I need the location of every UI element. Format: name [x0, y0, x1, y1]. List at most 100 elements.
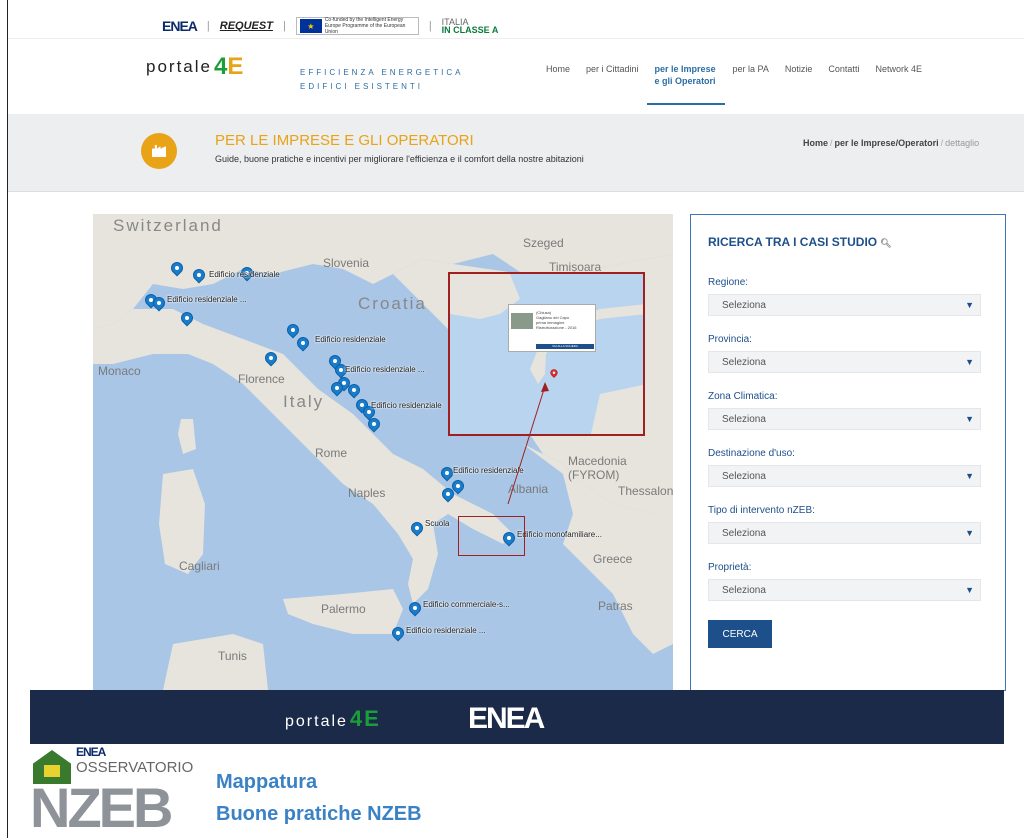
map-pin-icon[interactable]	[294, 334, 312, 353]
nav-item-2[interactable]: per le Imprese e gli Operatori	[646, 63, 725, 105]
dropdown-arrow-icon: ▼	[965, 300, 974, 310]
map-info-popup[interactable]: (Chiusa) Gagliano del Capo prima immagin…	[508, 304, 596, 352]
inset-land	[450, 274, 643, 434]
map-pin-icon[interactable]	[178, 309, 196, 328]
map-pin-icon[interactable]	[168, 259, 186, 278]
map-pin-label[interactable]: Edificio residenziale	[315, 335, 386, 344]
map-pin-label[interactable]: Edificio monofamiliare...	[517, 530, 602, 539]
field-label: Zona Climatica:	[708, 391, 778, 402]
map-pin-icon[interactable]	[365, 415, 383, 434]
portale4e-logo[interactable]: portale 4E	[146, 53, 243, 81]
breadcrumb-home[interactable]: Home	[803, 138, 828, 148]
select-field-0[interactable]: Seleziona ▼	[708, 294, 981, 316]
building-thumbnail	[511, 313, 533, 329]
map-place-label: Tunis	[218, 649, 247, 663]
select-value: Seleziona	[722, 357, 766, 368]
select-value: Seleziona	[722, 300, 766, 311]
map-pin-icon[interactable]	[328, 379, 346, 398]
eu-logo[interactable]: ★ Co-funded by the Intelligent Energy Eu…	[295, 17, 419, 35]
breadcrumb-current: dettaglio	[945, 138, 980, 148]
map-place-label: Monaco	[98, 364, 141, 378]
request-logo[interactable]: REQUEST	[220, 20, 273, 32]
select-value: Seleziona	[722, 471, 766, 482]
search-icon: 🔍︎	[880, 238, 892, 248]
map-place-label: Thessaloniki	[618, 484, 673, 498]
main-nav: Home per i Cittadini per le Imprese e gli …	[538, 63, 930, 105]
observatory-label: OSSERVATORIO	[76, 759, 194, 776]
select-field-3[interactable]: Seleziona ▼	[708, 465, 981, 487]
select-value: Seleziona	[722, 414, 766, 425]
page-title: PER LE IMPRESE E GLI OPERATORI	[215, 132, 474, 149]
map-pin-icon[interactable]	[389, 624, 407, 643]
selected-map-pin-icon[interactable]	[548, 367, 560, 379]
field-label: Regione:	[708, 277, 749, 288]
select-field-2[interactable]: Seleziona ▼	[708, 408, 981, 430]
footer-portale4e-logo[interactable]: portale4E	[285, 706, 381, 732]
factory-icon	[141, 133, 177, 169]
dropdown-arrow-icon: ▼	[965, 585, 974, 595]
site-header: portale 4E EFFICIENZA ENERGETICA EDIFICI…	[8, 38, 1024, 114]
map-pin-label[interactable]: Scuola	[425, 519, 449, 528]
map-pin-label[interactable]: Edificio residenziale	[209, 270, 280, 279]
map-place-label: Patras	[598, 599, 633, 613]
enea-logo[interactable]: ENEA	[162, 18, 198, 34]
map-place-label: Szeged	[523, 236, 564, 250]
italia-classe-a-logo[interactable]: ITALIA IN CLASSE A	[442, 18, 499, 35]
map-pin-label[interactable]: Edificio residenziale ...	[167, 295, 247, 304]
dropdown-arrow-icon: ▼	[965, 357, 974, 367]
dropdown-arrow-icon: ▼	[965, 414, 974, 424]
footer-band: portale4E ENEA	[30, 690, 1004, 744]
nav-item-1[interactable]: per i Cittadini	[578, 63, 647, 105]
map-pin-icon[interactable]	[406, 599, 424, 618]
nav-item-6[interactable]: Network 4E	[867, 63, 930, 105]
page-subtitle: Guide, buone pratiche e incentivi per mi…	[215, 154, 584, 164]
map-place-label: Palermo	[321, 602, 366, 616]
map-place-label: Florence	[238, 372, 285, 386]
map-pin-label[interactable]: Edificio residenziale	[453, 466, 524, 475]
map-place-label: Macedonia (FYROM)	[568, 454, 627, 482]
select-field-4[interactable]: Seleziona ▼	[708, 522, 981, 544]
breadcrumb: Home / per le Imprese/Operatori / dettaglio	[803, 138, 980, 148]
footer-enea-logo[interactable]: ENEA	[468, 702, 545, 736]
map-pin-label[interactable]: Edificio commerciale-s...	[423, 600, 510, 609]
dropdown-arrow-icon: ▼	[965, 528, 974, 538]
map-pin-label[interactable]: Edificio residenziale	[371, 401, 442, 410]
cerca-button[interactable]: CERCA	[708, 620, 772, 648]
map-pin-icon[interactable]	[345, 381, 363, 400]
select-field-5[interactable]: Seleziona ▼	[708, 579, 981, 601]
nav-item-0[interactable]: Home	[538, 63, 578, 105]
nzeb-logo: NZEB	[30, 776, 173, 838]
map-place-label: Italy	[283, 392, 325, 411]
map-pin-label[interactable]: Edificio residenziale ...	[406, 626, 486, 635]
field-label: Destinazione d'uso:	[708, 448, 795, 459]
breadcrumb-imprese[interactable]: per le Imprese/Operatori	[835, 138, 939, 148]
map-pin-icon[interactable]	[408, 519, 426, 538]
nav-item-4[interactable]: Notizie	[777, 63, 821, 105]
map-place-label: Croatia	[358, 294, 427, 313]
map-place-label: Rome	[315, 446, 348, 460]
search-panel-title: RICERCA TRA I CASI STUDIO 🔍︎	[708, 235, 892, 249]
select-field-1[interactable]: Seleziona ▼	[708, 351, 981, 373]
map-pin-label[interactable]: Edificio residenziale ...	[345, 365, 425, 374]
select-value: Seleziona	[722, 528, 766, 539]
map-place-label: Slovenia	[323, 256, 370, 270]
map-place-label: Naples	[348, 486, 386, 500]
nav-item-5[interactable]: Contatti	[820, 63, 867, 105]
map-place-label: Cagliari	[179, 559, 220, 573]
map-detail-inset[interactable]: (Chiusa) Gagliano del Capo prima immagin…	[448, 272, 645, 436]
map-pin-icon[interactable]	[150, 294, 168, 313]
search-panel: RICERCA TRA I CASI STUDIO 🔍︎ Regione: Sele…	[690, 214, 1006, 691]
case-studies-map[interactable]: Switzerland Croatia Italy Albania Greece Slov…	[93, 214, 673, 690]
observatory-enea-logo: ENEA	[76, 745, 106, 759]
view-detail-button[interactable]: VAI ALLA SCHEDA	[536, 344, 594, 349]
selection-box	[458, 516, 525, 556]
map-pin-icon[interactable]	[190, 266, 208, 285]
map-pin-icon[interactable]	[439, 485, 457, 504]
nav-item-3[interactable]: per la PA	[725, 63, 777, 105]
page-banner: PER LE IMPRESE E GLI OPERATORI Guide, bu…	[8, 114, 1024, 192]
field-label: Proprietà:	[708, 562, 752, 573]
map-place-label: Albania	[508, 482, 549, 496]
map-pin-icon[interactable]	[262, 349, 280, 368]
field-label: Provincia:	[708, 334, 752, 345]
eu-flag-icon: ★	[299, 19, 322, 33]
